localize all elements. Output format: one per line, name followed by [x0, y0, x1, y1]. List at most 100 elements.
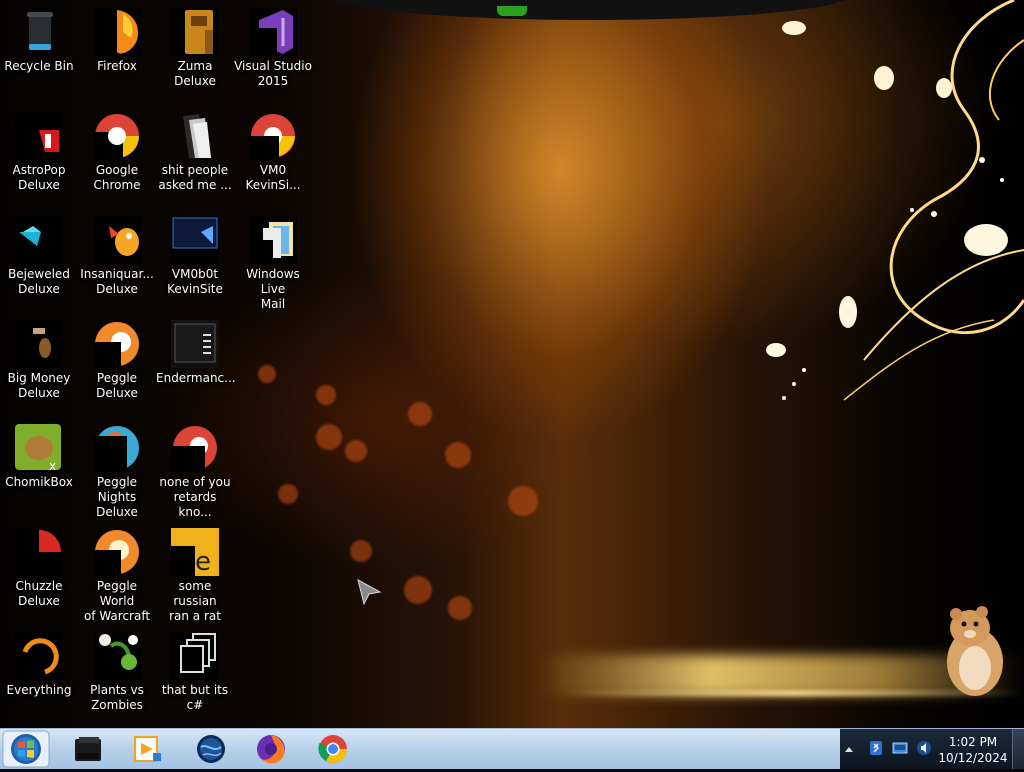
desktop-icon-vm0-kevinsite[interactable]: VM0 KevinSi...: [234, 106, 312, 210]
everything-search-icon: [15, 632, 63, 680]
bokeh-orb: [445, 442, 471, 468]
bokeh-orb: [258, 365, 276, 383]
visual-studio-icon: [249, 8, 297, 56]
show-desktop-button[interactable]: [1012, 729, 1024, 769]
system-clock[interactable]: 1:02 PM 10/12/2024: [936, 734, 1010, 766]
plants-vs-zombies-icon: [93, 632, 141, 680]
taskbar: 1:02 PM 10/12/2024: [0, 728, 1024, 769]
icon-label: VM0 KevinSi...: [245, 163, 301, 192]
peggle-nights-icon: [93, 426, 139, 472]
terminal-icon: [75, 737, 101, 761]
chomikbox-icon: x: [15, 424, 63, 472]
insaniquarium-icon: [93, 216, 141, 264]
windows-orb-icon: [2, 730, 50, 768]
desktop-icon-firefox[interactable]: Firefox: [78, 2, 156, 106]
firefox-icon: [257, 735, 285, 764]
taskbar-app-firefox[interactable]: [248, 731, 294, 767]
bokeh-orb: [345, 440, 367, 462]
icon-label: Firefox: [97, 59, 137, 73]
bokeh-orb: [350, 540, 372, 562]
desktop-icon-visual-studio[interactable]: Visual Studio 2015: [234, 2, 312, 106]
hamster-pet[interactable]: [940, 604, 1010, 700]
icon-label: Recycle Bin: [4, 59, 74, 73]
icon-label: Endermanc...: [156, 371, 236, 385]
icon-label: Plants vs Zombies: [90, 683, 144, 712]
desktop-icon-google-chrome[interactable]: Google Chrome: [78, 106, 156, 210]
icon-label: none of you retards kno...: [159, 475, 231, 519]
wallpaper-green-mark: [497, 6, 527, 16]
desktop-icon-that-but-csharp[interactable]: that but its c#: [156, 626, 234, 728]
icon-label: AstroPop Deluxe: [12, 163, 66, 192]
svg-text:e: e: [195, 547, 211, 576]
desktop-icon-bejeweled[interactable]: Bejeweled Deluxe: [0, 210, 78, 314]
icon-label: that but its c#: [161, 683, 229, 712]
desktop-icon-endermanch[interactable]: Endermanc...: [156, 314, 236, 418]
desktop-icon-windows-live-mail[interactable]: Windows Live Mail: [234, 210, 312, 314]
taskbar-app-media-player[interactable]: [124, 731, 170, 767]
bokeh-orb: [404, 576, 432, 604]
icon-label: shit people asked me ...: [158, 163, 232, 192]
clock-time: 1:02 PM: [948, 735, 998, 749]
network-tray-icon[interactable]: [892, 740, 908, 756]
icon-label: Google Chrome: [93, 163, 141, 192]
icon-label: ChomikBox: [5, 475, 73, 489]
desktop-icon-none-of-you[interactable]: none of you retards kno...: [156, 418, 234, 522]
icon-label: Big Money Deluxe: [7, 371, 71, 400]
mouse-cursor-icon: [357, 579, 382, 606]
bokeh-orb: [508, 486, 538, 516]
document-icon: [171, 320, 219, 368]
clock-date: 10/12/2024: [938, 751, 1008, 765]
bokeh-orb: [278, 484, 298, 504]
chrome-shortcut-icon: [249, 114, 295, 160]
media-player-icon: [134, 736, 161, 762]
taskbar-app-terminal[interactable]: [64, 731, 110, 767]
icon-label: Insaniquar... Deluxe: [80, 267, 154, 296]
bokeh-orb: [316, 424, 342, 450]
desktop-icon-vm0b0t[interactable]: VM0b0t KevinSite: [156, 210, 234, 314]
bokeh-orb: [448, 596, 472, 620]
desktop-icon-some-russian[interactable]: e some russian ran a rat: [156, 522, 234, 626]
desktop-icon-peggle-nights[interactable]: Peggle Nights Deluxe: [78, 418, 156, 522]
desktop-icon-zuma-deluxe[interactable]: Zuma Deluxe: [156, 2, 234, 106]
bokeh-orb: [316, 385, 336, 405]
icon-label: Chuzzle Deluxe: [15, 579, 63, 608]
icon-label: Zuma Deluxe: [174, 59, 216, 88]
icon-label: Peggle Nights Deluxe: [96, 475, 138, 519]
icon-label: VM0b0t KevinSite: [167, 267, 223, 296]
globe-icon: [197, 735, 225, 763]
desktop-icon-astropop[interactable]: AstroPop Deluxe: [0, 106, 78, 210]
vm-shortcut-icon: [171, 216, 219, 264]
text-file-icon: e: [171, 528, 219, 576]
start-button[interactable]: [2, 730, 50, 768]
firefox-icon: [93, 8, 141, 56]
desktop-icon-peggle-deluxe[interactable]: Peggle Deluxe: [78, 314, 156, 418]
desktop-icon-recycle-bin[interactable]: Recycle Bin: [0, 2, 78, 106]
notification-area: 1:02 PM 10/12/2024: [840, 729, 1024, 769]
icon-label: Everything: [6, 683, 72, 697]
recycle-bin-icon: [27, 12, 53, 50]
folder-stack-icon: [171, 632, 219, 680]
volume-tray-icon[interactable]: [916, 740, 932, 756]
desktop-icon-big-money[interactable]: Big Money Deluxe: [0, 314, 78, 418]
chrome-icon: [93, 114, 139, 160]
desktop-icon-plants-vs-zombies[interactable]: Plants vs Zombies: [78, 626, 156, 728]
show-hidden-icons-icon[interactable]: [844, 744, 854, 754]
desktop-icon-chomikbox[interactable]: x ChomikBox: [0, 418, 78, 522]
taskbar-app-globe[interactable]: [188, 731, 234, 767]
chrome-icon: [318, 735, 347, 763]
folder-icon: [183, 114, 211, 158]
desktop-icon-peggle-wow[interactable]: Peggle World of Warcraft ...: [78, 522, 156, 638]
bejeweled-icon: [15, 216, 63, 264]
zuma-icon: [171, 8, 219, 56]
desktop-icon-insaniquarium[interactable]: Insaniquar... Deluxe: [78, 210, 156, 314]
bluetooth-tray-icon[interactable]: [868, 740, 884, 756]
peggle-wow-icon: [93, 530, 139, 576]
icon-label: Bejeweled Deluxe: [8, 267, 70, 296]
desktop-icon-chuzzle[interactable]: Chuzzle Deluxe: [0, 522, 78, 626]
taskbar-app-chrome[interactable]: [310, 731, 356, 767]
desktop-icon-everything[interactable]: Everything: [0, 626, 78, 728]
astropop-icon: [15, 112, 63, 160]
desktop-icon-shit-people[interactable]: shit people asked me ...: [156, 106, 234, 210]
golden-swirl-decoration: [766, 0, 1024, 401]
windows-live-mail-icon: [249, 216, 297, 264]
